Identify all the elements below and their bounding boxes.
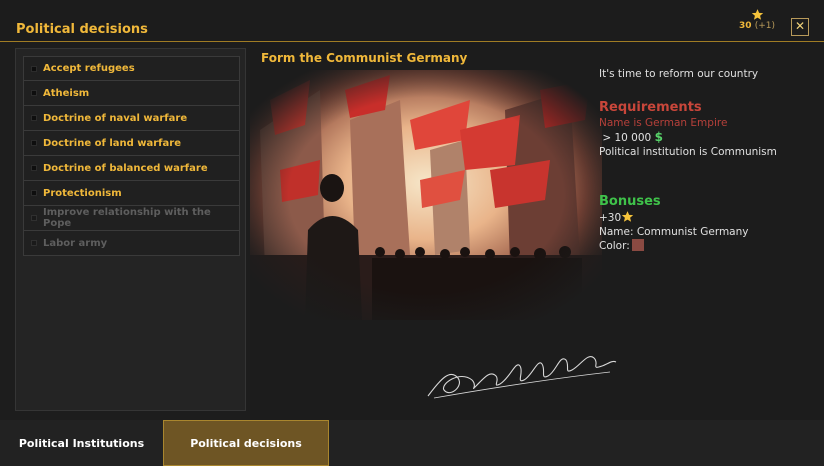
checkbox: [31, 215, 37, 221]
bonus-stars: +30: [599, 210, 819, 225]
requirement-money: > 10 000 $: [599, 130, 819, 145]
checkbox: [31, 140, 37, 146]
checkbox: [31, 65, 37, 72]
decision-list: Accept refugees Atheism Doctrine of nava…: [23, 56, 240, 256]
star-icon: [621, 211, 634, 222]
color-swatch: [631, 239, 644, 251]
requirement-money-value: > 10 000: [602, 132, 652, 144]
decision-land-warfare[interactable]: Doctrine of land warfare: [23, 131, 240, 156]
checkbox: [31, 190, 37, 196]
top-bar: Political decisions 30 (+1) ✕: [0, 0, 824, 42]
decision-atheism[interactable]: Atheism: [23, 81, 240, 106]
bonus-stars-value: +30: [599, 212, 622, 224]
bonus-name: Name: Communist Germany: [599, 226, 749, 238]
decision-title: Form the Communist Germany: [261, 51, 468, 65]
requirements-title: Requirements: [599, 100, 702, 115]
tab-political-institutions[interactable]: Political Institutions: [0, 420, 163, 466]
star-counter: 30 (+1): [738, 8, 776, 31]
checkbox: [31, 240, 37, 246]
dollar-icon: $: [654, 130, 663, 144]
requirement-institution: Political institution is Communism: [599, 146, 777, 158]
star-count: 30: [739, 21, 752, 31]
decision-label: Doctrine of naval warfare: [43, 112, 188, 124]
decision-info: It's time to reform our country Requirem…: [599, 67, 819, 253]
decision-label: Doctrine of balanced warfare: [43, 162, 208, 174]
star-bonus: (+1): [754, 21, 775, 31]
revolution-illustration: [250, 70, 602, 320]
signature: [427, 356, 617, 399]
checkbox: [31, 90, 37, 96]
decision-naval-warfare[interactable]: Doctrine of naval warfare: [23, 106, 240, 131]
decision-label: Doctrine of land warfare: [43, 137, 181, 149]
decision-label: Atheism: [43, 87, 90, 99]
checkbox: [31, 115, 37, 121]
decision-label: Accept refugees: [43, 63, 135, 74]
decision-balanced-warfare[interactable]: Doctrine of balanced warfare: [23, 156, 240, 181]
decision-labor-army[interactable]: Labor army: [23, 231, 240, 256]
checkbox: [31, 165, 37, 171]
decision-description: It's time to reform our country: [599, 68, 759, 80]
bonuses-title: Bonuses: [599, 194, 661, 209]
requirement-name: Name is German Empire: [599, 117, 728, 129]
close-button[interactable]: ✕: [791, 18, 809, 36]
decision-label: Improve relationship with the Pope: [43, 207, 211, 229]
bottom-tab-bar: Political Institutions Political decisio…: [0, 420, 824, 466]
decision-label: Protectionism: [43, 187, 122, 199]
decision-pope-relationship[interactable]: Improve relationship with the Pope: [23, 206, 240, 231]
bonus-color-label: Color:: [599, 240, 630, 252]
decisions-panel: Accept refugees Atheism Doctrine of nava…: [15, 48, 246, 411]
bonus-color: Color:: [599, 239, 819, 253]
decision-protectionism[interactable]: Protectionism: [23, 181, 240, 206]
decision-accept-refugees[interactable]: Accept refugees: [23, 56, 240, 81]
tab-political-decisions[interactable]: Political decisions: [163, 420, 329, 466]
star-icon: [751, 9, 763, 20]
page-title: Political decisions: [16, 22, 148, 37]
decision-label: Labor army: [43, 237, 108, 249]
